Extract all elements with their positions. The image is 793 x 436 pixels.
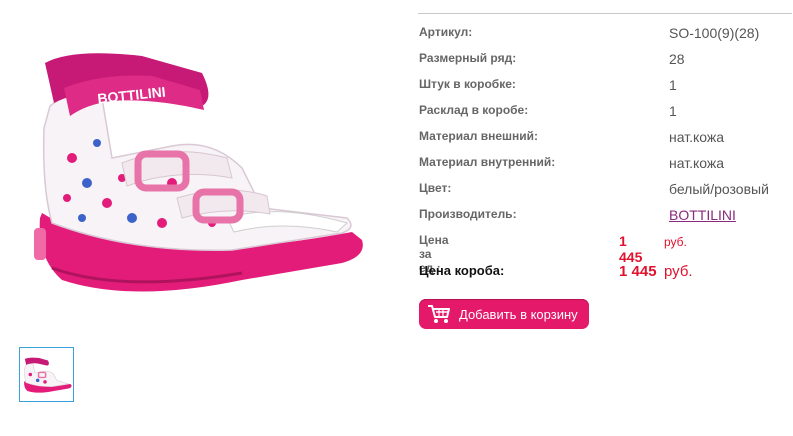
spec-value: нат.кожа	[669, 129, 725, 145]
spec-label: Производитель:	[419, 207, 517, 221]
spec-row-article: Артикул: SO-100(9)(28)	[419, 25, 793, 47]
spec-label: Размерный ряд:	[419, 51, 517, 65]
box-price-amount: 1 445	[619, 263, 657, 280]
spec-row-units-per-box: Штук в коробке: 1	[419, 77, 793, 99]
add-to-cart-label: Добавить в корзину	[459, 307, 578, 322]
spec-value: 1	[669, 103, 677, 119]
spec-label: Цвет:	[419, 181, 452, 195]
unit-price-amount: 1 445	[619, 233, 643, 265]
manufacturer-link[interactable]: BOTTILINI	[669, 207, 736, 223]
spec-label: Расклад в коробе:	[419, 103, 529, 117]
box-price-currency: руб.	[664, 263, 693, 280]
spec-label: Артикул:	[419, 25, 473, 39]
spec-label: Материал внешний:	[419, 129, 539, 143]
product-thumbnail[interactable]	[19, 347, 74, 402]
product-image: BOTTILINI	[12, 18, 372, 318]
spec-value: нат.кожа	[669, 155, 725, 171]
spec-value: 28	[669, 51, 685, 67]
spec-row-inner-material: Материал внутренний: нат.кожа	[419, 155, 793, 177]
unit-price-currency: руб.	[664, 235, 687, 249]
shopping-cart-icon	[427, 304, 451, 324]
spec-label: Штук в коробке:	[419, 77, 516, 91]
add-to-cart-button[interactable]: Добавить в корзину	[419, 299, 589, 329]
spec-value: SO-100(9)(28)	[669, 25, 760, 41]
spec-divider	[418, 13, 792, 14]
spec-row-box-layout: Расклад в коробе: 1	[419, 103, 793, 125]
spec-value: 1	[669, 77, 677, 93]
spec-row-manufacturer: Производитель: BOTTILINI	[419, 207, 793, 229]
spec-row-color: Цвет: белый/розовый	[419, 181, 793, 203]
box-price-label: Цена короба:	[419, 263, 505, 278]
spec-row-outer-material: Материал внешний: нат.кожа	[419, 129, 793, 151]
spec-label: Материал внутренний:	[419, 155, 556, 169]
spec-row-size-range: Размерный ряд: 28	[419, 51, 793, 73]
spec-value: белый/розовый	[669, 181, 769, 197]
